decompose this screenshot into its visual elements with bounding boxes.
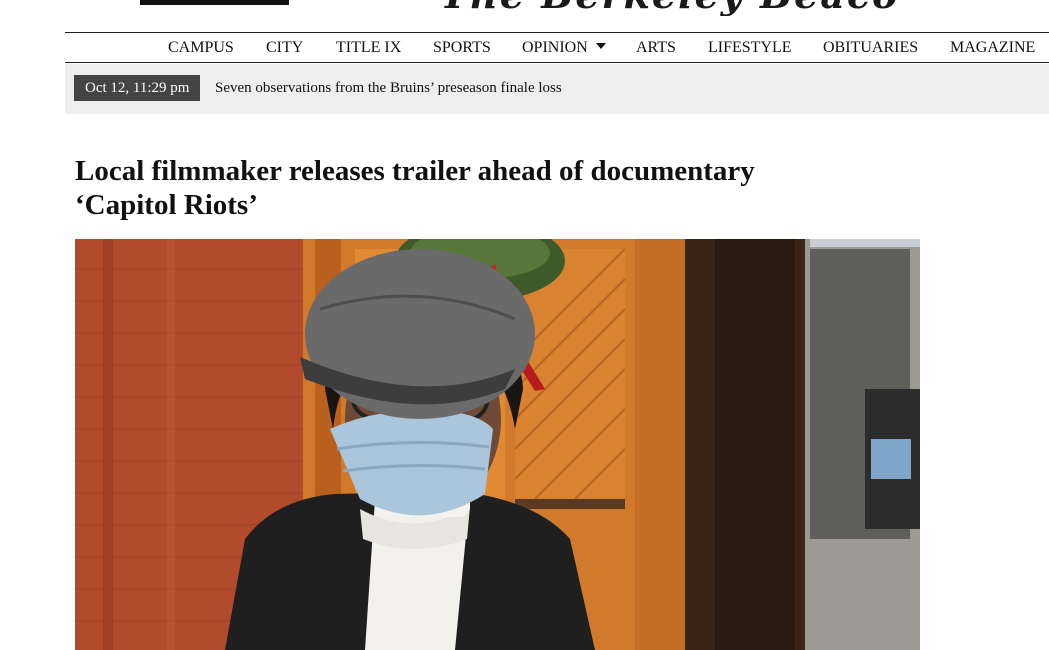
nav-item-opinion[interactable]: OPINION <box>522 33 606 62</box>
nav-item-magazine[interactable]: MAGAZINE <box>950 33 1035 62</box>
nav-item-campus[interactable]: CAMPUS <box>168 33 234 62</box>
site-logo[interactable]: The Berkeley Beacon <box>440 0 900 16</box>
hero-image <box>75 239 920 650</box>
nav-item-sports[interactable]: SPORTS <box>433 33 491 62</box>
news-ticker: Oct 12, 11:29 pm Seven observations from… <box>65 64 1049 114</box>
article-title: Local filmmaker releases trailer ahead o… <box>75 155 755 221</box>
nav-item-arts[interactable]: ARTS <box>636 33 676 62</box>
nav-item-obituaries[interactable]: OBITUARIES <box>823 33 918 62</box>
masthead-bar <box>140 0 289 5</box>
nav-item-city[interactable]: CITY <box>266 33 303 62</box>
nav-item-opinion-label: OPINION <box>522 39 588 56</box>
chevron-down-icon <box>595 43 606 50</box>
nav-item-lifestyle[interactable]: LIFESTYLE <box>708 33 792 62</box>
ticker-timestamp: Oct 12, 11:29 pm <box>74 75 201 101</box>
nav-item-title-ix[interactable]: TITLE IX <box>336 33 401 62</box>
main-nav: CAMPUS CITY TITLE IX SPORTS OPINION ARTS… <box>65 32 1049 63</box>
ticker-headline-link[interactable]: Seven observations from the Bruins’ pres… <box>215 75 562 101</box>
hero-photo-illustration <box>75 239 920 650</box>
